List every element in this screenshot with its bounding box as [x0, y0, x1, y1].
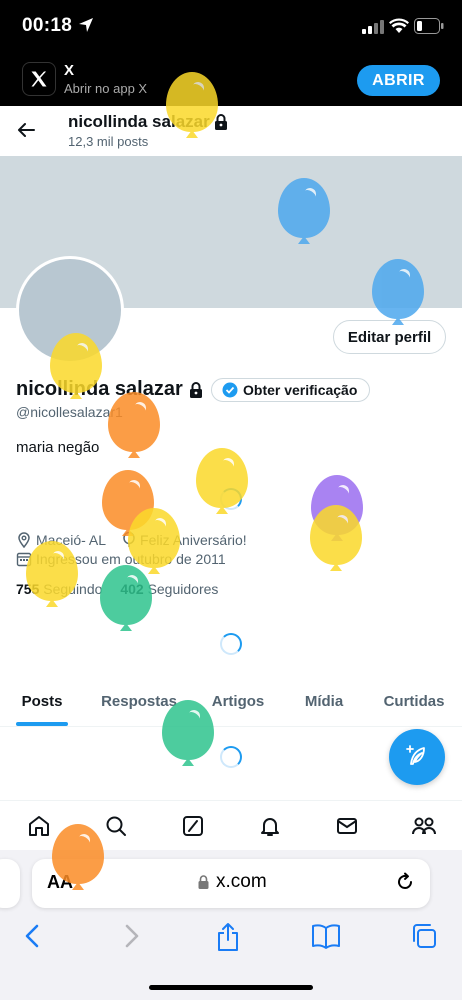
- tab-posts[interactable]: Posts: [0, 686, 84, 726]
- followers-count: 402: [120, 581, 144, 597]
- profile-joined-row: Ingressou em outubro de 2011: [16, 551, 226, 567]
- reader-options-button[interactable]: AA: [47, 872, 73, 893]
- search-icon[interactable]: [101, 811, 131, 841]
- lock-icon: [198, 875, 209, 889]
- previous-tab-preview[interactable]: [0, 859, 20, 908]
- reload-icon[interactable]: [394, 871, 416, 893]
- tab-replies[interactable]: Respostas: [84, 686, 194, 726]
- following-count: 755: [16, 581, 40, 597]
- loading-spinner: [220, 746, 242, 768]
- follow-stats: 755 Seguindo 402 Seguidores: [16, 581, 218, 597]
- profile-name: nicollinda salazar: [16, 378, 203, 401]
- location-arrow-icon: [79, 18, 93, 32]
- tab-posts-label: Posts: [21, 693, 63, 710]
- forward-chevron-icon[interactable]: [120, 922, 142, 950]
- tab-articles-label: Artigos: [211, 693, 265, 710]
- tab-media[interactable]: Mídia: [282, 686, 366, 726]
- following-label: Seguindo: [43, 581, 103, 597]
- url-text: x.com: [216, 871, 267, 892]
- calendar-icon: [16, 552, 32, 567]
- profile-birthday: Feliz Aniversário!: [140, 532, 247, 548]
- bookmarks-icon[interactable]: [311, 922, 341, 950]
- back-chevron-icon[interactable]: [22, 922, 44, 950]
- lock-icon: [189, 381, 202, 398]
- safari-toolbar: AA x.com: [0, 850, 462, 1000]
- header-title-text: nicollinda salazar: [68, 112, 210, 131]
- profile-meta-row: Maceió- AL Feliz Aniversário!: [16, 532, 247, 548]
- profile-bio: maria negão: [16, 439, 100, 456]
- feather-plus-icon: [406, 745, 425, 765]
- followers-link[interactable]: 402 Seguidores: [120, 581, 218, 597]
- balloon-decoration: [311, 475, 363, 541]
- status-bar: 00:18: [0, 0, 462, 54]
- avatar[interactable]: [16, 256, 124, 364]
- tab-likes[interactable]: Curtidas: [366, 686, 462, 726]
- loading-spinner: [220, 488, 242, 510]
- profile-name-text: nicollinda salazar: [16, 378, 183, 400]
- get-verified-button[interactable]: Obter verificação: [211, 378, 371, 402]
- profile-tabs: Posts Respostas Artigos Mídia Curtidas: [0, 686, 462, 727]
- header-title: nicollinda salazar: [68, 112, 228, 132]
- communities-icon[interactable]: [409, 811, 439, 841]
- profile-handle: @nicollesalazar1: [16, 404, 123, 420]
- balloon-decoration: [310, 505, 362, 571]
- profile-joined: Ingressou em outubro de 2011: [36, 551, 226, 567]
- verified-badge-icon: [222, 382, 238, 398]
- profile-header: nicollinda salazar 12,3 mil posts: [0, 106, 462, 156]
- loading-spinner: [220, 633, 242, 655]
- home-icon[interactable]: [24, 811, 54, 841]
- header-post-count: 12,3 mil posts: [68, 134, 149, 149]
- wifi-icon: [389, 18, 409, 33]
- bell-icon[interactable]: [255, 811, 285, 841]
- tab-articles[interactable]: Artigos: [194, 686, 282, 726]
- home-indicator: [149, 985, 313, 990]
- following-link[interactable]: 755 Seguindo: [16, 581, 102, 597]
- app-banner-name: X: [64, 62, 75, 79]
- grok-icon[interactable]: [178, 811, 208, 841]
- edit-profile-button[interactable]: Editar perfil: [333, 320, 446, 354]
- mail-icon[interactable]: [332, 811, 362, 841]
- battery-icon: [414, 18, 444, 34]
- back-arrow-icon[interactable]: [16, 120, 36, 140]
- balloon-decoration: [108, 392, 160, 458]
- compose-post-button[interactable]: [389, 729, 445, 785]
- address-bar[interactable]: AA x.com: [32, 859, 430, 908]
- tab-replies-label: Respostas: [101, 693, 177, 710]
- get-verified-label: Obter verificação: [243, 382, 358, 398]
- tab-media-label: Mídia: [304, 693, 344, 710]
- tab-likes-label: Curtidas: [383, 693, 445, 710]
- followers-label: Seguidores: [147, 581, 219, 597]
- balloon-icon: [123, 532, 135, 547]
- status-time: 00:18: [22, 15, 73, 36]
- app-banner-subtitle: Abrir no app X: [64, 81, 148, 96]
- tab-active-indicator: [16, 722, 68, 726]
- app-banner: X Abrir no app X ABRIR: [0, 54, 462, 106]
- lock-icon: [214, 114, 227, 130]
- balloon-decoration: [102, 470, 154, 536]
- x-logo-icon: [22, 62, 56, 96]
- open-app-button[interactable]: ABRIR: [357, 65, 440, 96]
- profile-location: Maceió- AL: [36, 532, 107, 548]
- location-pin-icon: [18, 532, 30, 548]
- share-icon[interactable]: [215, 922, 241, 952]
- tabs-icon[interactable]: [410, 922, 438, 950]
- url-display[interactable]: x.com: [198, 871, 267, 893]
- cellular-signal-icon: [362, 20, 384, 34]
- bottom-nav: [0, 800, 462, 850]
